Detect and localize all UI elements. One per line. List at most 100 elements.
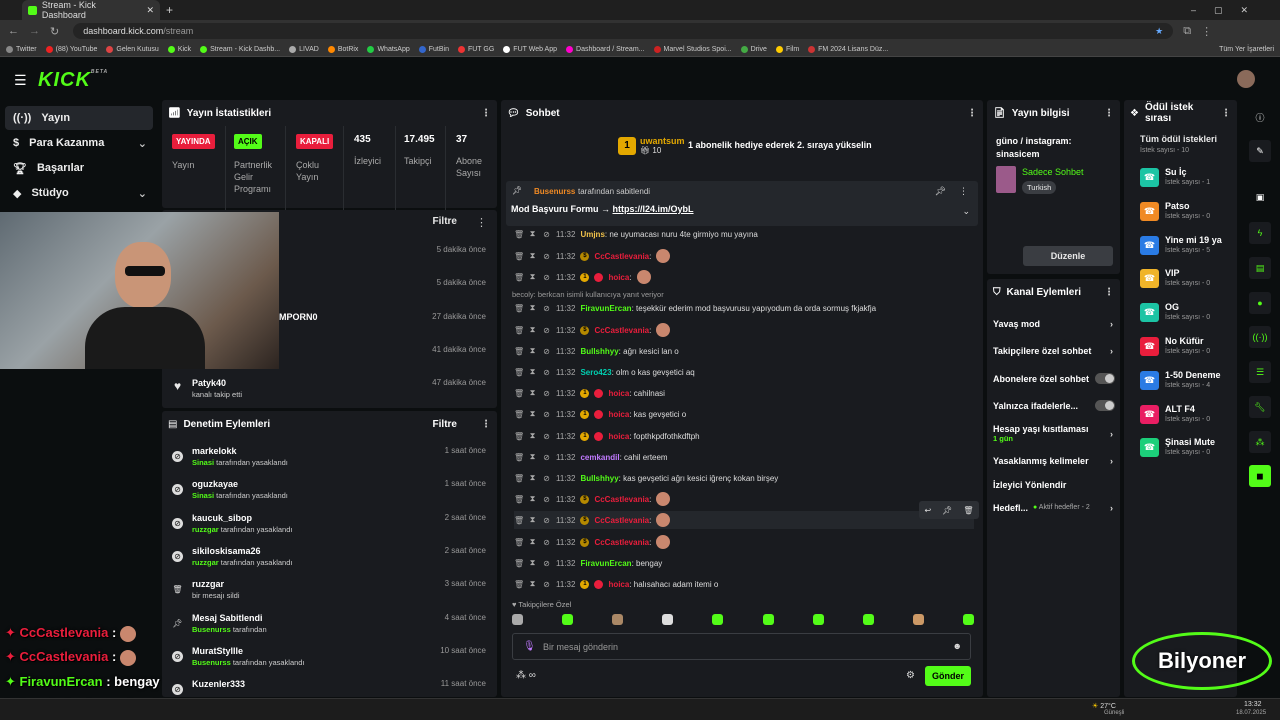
chat-username[interactable]: CcCastlevania <box>594 516 649 525</box>
trash-icon[interactable]: 🗑︎ <box>514 410 524 419</box>
trash-icon[interactable]: 🗑︎ <box>514 273 524 282</box>
ban-icon[interactable]: ⊘ <box>542 410 551 419</box>
trash-icon[interactable]: 🗑︎ <box>514 453 524 462</box>
emote-icon[interactable] <box>762 614 774 625</box>
list-icon[interactable]: ☰ <box>1249 361 1271 383</box>
bookmark-item[interactable]: (88) YouTube <box>45 45 97 53</box>
ban-icon[interactable]: ⊘ <box>542 495 551 504</box>
chat-message[interactable]: 🗑︎ ⧗ ⊘ 11:32 1 hoica: <box>514 268 974 286</box>
lightning-icon[interactable]: ϟ <box>1249 222 1271 244</box>
chat-username[interactable]: hoica <box>608 389 629 398</box>
wrench-icon[interactable]: 🔧︎ <box>1249 396 1271 418</box>
trash-icon[interactable]: 🗑︎ <box>514 252 524 261</box>
emote-icon[interactable] <box>612 614 624 625</box>
slow-mode-row[interactable]: Yavaş mod › <box>993 319 1117 329</box>
bookmark-item[interactable]: FutBin <box>418 45 449 53</box>
bookmark-item[interactable]: Marvel Studios Spoi... <box>653 45 732 53</box>
clipboard-icon[interactable]: ▤ <box>1249 257 1271 279</box>
ban-icon[interactable]: ⊘ <box>542 273 551 282</box>
chat-message[interactable]: 🗑︎ ⧗ ⊘ 11:32 Umjns: ne uyumacası nuru 4te gi… <box>514 225 974 243</box>
reward-item[interactable]: ☎ ALT F4 İstek sayısı - 0 <box>1140 403 1230 431</box>
timeout-icon[interactable]: ⧗ <box>528 558 537 568</box>
chat-icon[interactable]: ● <box>1249 292 1271 314</box>
bookmark-item[interactable]: LIVAD <box>289 45 319 53</box>
chat-message[interactable]: 🗑︎ ⧗ ⊘ 11:32 FiravunErcan: teşekkür ederim m… <box>514 299 974 317</box>
pinned-link[interactable]: https://l24.im/OybL <box>613 204 694 214</box>
emotes-only-toggle[interactable] <box>1095 400 1115 411</box>
ban-icon[interactable]: ⊘ <box>542 453 551 462</box>
ban-icon[interactable]: ⊘ <box>542 580 551 589</box>
followers-only-row[interactable]: Takipçilere özel sohbet › <box>993 346 1117 356</box>
filter-button[interactable]: Filtre <box>433 216 457 227</box>
chat-username[interactable]: Bullshhyy <box>580 474 618 483</box>
edit-icon[interactable]: ✎ <box>1249 140 1271 162</box>
broadcast-icon[interactable]: ((·)) <box>1249 326 1271 348</box>
bookmark-item[interactable]: FM 2024 Lisans Düz... <box>808 45 888 53</box>
emote-icon[interactable] <box>912 614 924 625</box>
all-bookmarks[interactable]: Tüm Yer İşaretleri <box>1219 46 1274 53</box>
trash-icon[interactable]: 🗑︎ <box>514 347 524 356</box>
hamburger-icon[interactable]: ☰ <box>14 72 27 89</box>
trash-icon[interactable]: 🗑︎ <box>514 304 524 313</box>
bookmark-item[interactable]: Dashboard / Stream... <box>566 45 645 53</box>
ban-icon[interactable]: ⊘ <box>542 389 551 398</box>
timeout-icon[interactable]: ⧗ <box>528 388 537 398</box>
trash-icon[interactable]: 🗑︎ <box>514 516 524 525</box>
emote-icon[interactable] <box>862 614 874 625</box>
chat-username[interactable]: FiravunErcan <box>580 304 631 313</box>
emote-icon[interactable] <box>662 614 674 625</box>
more-icon[interactable]: ⋮ <box>481 419 491 430</box>
emotes-only-row[interactable]: Yalnızca ifadelerle... <box>993 400 1117 411</box>
bookmark-item[interactable]: Film <box>775 45 799 53</box>
chat-message[interactable]: 🗑︎ ⧗ ⊘ 11:32 1 hoica: fopthkpdfothkdftph <box>514 427 974 445</box>
kick-logo[interactable]: KICKBETA <box>38 69 108 92</box>
timeout-icon[interactable]: ⧗ <box>528 303 537 313</box>
timeout-icon[interactable]: ⧗ <box>528 251 537 261</box>
chat-input[interactable]: 🎙︎ Bir mesaj gönderin ☻ <box>512 633 971 660</box>
bookmark-item[interactable]: FUT GG <box>457 45 494 53</box>
reload-icon[interactable]: ↻ <box>50 25 59 38</box>
bookmark-item[interactable]: Stream - Kick Dashb... <box>200 45 280 53</box>
ban-icon[interactable]: ⊘ <box>542 252 551 261</box>
avatar[interactable] <box>1237 70 1255 88</box>
ban-icon[interactable]: ⊘ <box>542 347 551 356</box>
bookmark-item[interactable]: BotRix <box>327 45 358 53</box>
trash-icon[interactable]: 🗑︎ <box>514 230 524 239</box>
ban-icon[interactable]: ⊘ <box>542 432 551 441</box>
account-age-row[interactable]: Hesap yaşı kısıtlaması › 1 gün <box>993 424 1117 443</box>
trash-icon[interactable]: 🗑︎ <box>514 580 524 589</box>
reward-item[interactable]: ☎ 1-50 Deneme İstek sayısı - 4 <box>1140 369 1230 397</box>
nav-item-basarilar[interactable]: 🏆︎ Başarılar <box>5 156 153 180</box>
pin-icon[interactable]: 📌︎ <box>942 506 952 515</box>
ban-icon[interactable]: ⊘ <box>542 304 551 313</box>
timeout-icon[interactable]: ⧗ <box>528 494 537 504</box>
chat-message[interactable]: 🗑︎ ⧗ ⊘ 11:32 Bullshhyy: ağrı kesici lan o <box>514 342 974 360</box>
chat-message[interactable]: 🗑︎ ⧗ ⊘ 11:32 $ CcCastlevania: <box>514 247 974 265</box>
emote-icon[interactable] <box>562 614 574 625</box>
emote-icon[interactable] <box>512 614 523 625</box>
timeout-icon[interactable]: ⧗ <box>528 325 537 335</box>
chat-username[interactable]: CcCastlevania <box>594 252 649 261</box>
more-icon[interactable]: ⋮ <box>967 108 977 119</box>
star-icon[interactable]: ★ <box>1155 26 1163 37</box>
chat-message[interactable]: 🗑︎ ⧗ ⊘ 11:32 $ CcCastlevania: <box>514 511 974 529</box>
timeout-icon[interactable]: ⧗ <box>528 537 537 547</box>
emote-icon[interactable] <box>712 614 724 625</box>
more-icon[interactable]: ⋮ <box>1104 287 1114 298</box>
ban-icon[interactable]: ⊘ <box>542 368 551 377</box>
subs-only-row[interactable]: Abonelere özel sohbet <box>993 373 1117 384</box>
chat-username[interactable]: Sero423 <box>580 368 611 377</box>
scan-icon[interactable]: ▣ <box>1249 186 1271 208</box>
ban-icon[interactable]: ⊘ <box>542 559 551 568</box>
ban-icon[interactable]: ⊘ <box>542 516 551 525</box>
ban-icon[interactable]: ⊘ <box>542 230 551 239</box>
more-icon[interactable]: ⋮ <box>959 186 968 197</box>
timeout-icon[interactable]: ⧗ <box>528 346 537 356</box>
timeout-icon[interactable]: ⧗ <box>528 272 537 282</box>
chat-message[interactable]: 🗑︎ ⧗ ⊘ 11:32 cemkandil: cahil erteem <box>514 448 974 466</box>
more-icon[interactable]: ⋮ <box>476 216 487 229</box>
chat-username[interactable]: CcCastlevania <box>594 495 649 504</box>
trash-icon[interactable]: 🗑︎ <box>514 326 524 335</box>
menu-icon[interactable]: ⋮ <box>1201 25 1212 38</box>
chat-message[interactable]: 🗑︎ ⧗ ⊘ 11:32 1 hoica: kas gevşetici o <box>514 405 974 423</box>
